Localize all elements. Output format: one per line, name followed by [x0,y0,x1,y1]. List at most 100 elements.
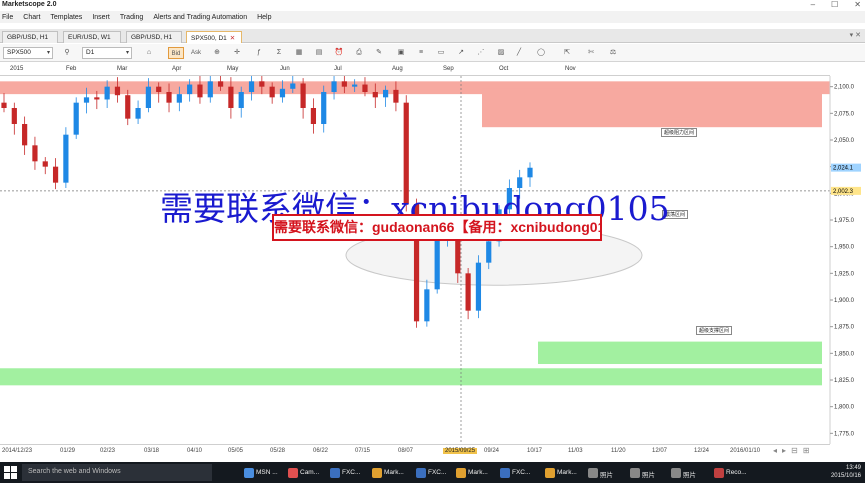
price-tick-label: 1,925.0 [834,271,855,277]
pencil-icon[interactable]: ✎ [372,47,386,59]
date-label: 2014/12/23 [2,448,33,454]
price-tick-label: 2,100.0 [834,85,855,91]
taskbar-item[interactable]: FXC... [330,465,360,481]
month-label: Apr [172,66,182,72]
price-axis-bg [830,76,865,444]
menu-templates[interactable]: Templates [50,14,82,21]
chart-scroll-controls[interactable]: ◂▸⊟⊞ [773,446,814,455]
crosshair-icon[interactable]: ✛ [230,47,244,59]
candle-body [94,97,100,100]
tab-label: GBP/USD, H1 [7,34,49,41]
menu-insert[interactable]: Insert [92,14,110,21]
candle-body [114,86,121,96]
fibonacci-icon[interactable]: ⋰ [474,47,488,59]
minimize-icon[interactable]: – [811,0,815,9]
candle-body [166,92,172,103]
date-label: 05/05 [228,448,244,454]
taskbar-item[interactable]: Cam... [288,465,319,481]
taskbar-item[interactable]: 照片 [630,465,655,481]
menu-chart[interactable]: Chart [23,14,40,21]
crosshair-date-label: 2015/09/25 [443,448,478,454]
price-tick-label: 1,825.0 [834,378,855,384]
menu-alerts[interactable]: Alerts and Trading Automation [153,14,247,21]
close-tab-icon[interactable]: ✕ [230,35,235,42]
chart-area[interactable]: 2,100.02,075.02,050.02,025.02,000.01,975… [0,64,865,458]
tab-spx500-d1[interactable]: SPX500, D1 ✕ [186,31,242,43]
taskbar-item[interactable]: FXC... [416,465,446,481]
lines-icon[interactable]: ≡ [414,47,428,59]
arrow-icon[interactable]: ↗ [454,47,468,59]
candle-body [207,81,213,98]
indicator-icon[interactable]: ƒ [252,47,266,59]
taskbar-search-box[interactable]: Search the web and Windows [22,464,212,481]
price-chart[interactable]: 2,100.02,075.02,050.02,025.02,000.01,975… [0,64,865,458]
candle-body [527,167,533,178]
grid-icon[interactable]: ▦ [292,47,306,59]
candle-body [238,92,244,108]
taskbar-item[interactable]: Mark... [545,465,577,481]
windows-start-icon[interactable] [4,466,17,479]
tab-gbpusd-h1[interactable]: GBP/USD, H1 [2,31,58,43]
cursor-icon[interactable]: ⇱ [560,47,574,59]
candle-body [321,92,327,124]
candle-body [290,83,296,89]
ask-button[interactable]: Ask [188,47,204,59]
candle-body [341,81,347,87]
instrument-select[interactable]: SPX500 ▾ [3,47,53,59]
month-label: May [227,66,239,72]
msn-icon [244,468,254,478]
month-label: Sep [443,66,454,72]
taskbar-item[interactable]: FXC... [500,465,530,481]
alarm-icon[interactable]: ⏰ [332,47,346,59]
template-icon[interactable]: ▤ [312,47,326,59]
compare-icon[interactable]: ⚖ [606,47,620,59]
taskbar-item[interactable]: Reco... [714,465,747,481]
month-label: Aug [392,66,403,72]
tab-menu-icon[interactable]: ▾ ✕ [850,31,861,39]
menu-trading[interactable]: Trading [120,14,143,21]
channel-icon[interactable]: ▨ [494,47,508,59]
clock-date: 2015/10/16 [830,473,861,479]
camtasia-icon [288,468,298,478]
chart-type-icon[interactable]: ⚲ [60,47,74,59]
tab-gbpusd-h1-2[interactable]: GBP/USD, H1 [126,31,182,43]
ellipse-icon[interactable]: ◯ [534,47,548,59]
price-tick-label: 1,950.0 [834,245,855,251]
tab-label: EUR/USD, W1 [68,34,111,41]
trendline-icon[interactable]: ╱ [512,47,526,59]
taskbar-item[interactable]: Mark... [372,465,404,481]
note-icon[interactable]: ▭ [434,47,448,59]
marketscope-window: Marketscope 2.0 – ☐ ✕ File Chart Templat… [0,0,865,483]
tab-eurusd-w1[interactable]: EUR/USD, W1 [63,31,121,43]
taskbar-item-label: 照片 [683,472,696,479]
price-tick-label: 1,900.0 [834,298,855,304]
taskbar-item[interactable]: MSN ... [244,465,278,481]
taskbar-item[interactable]: 照片 [671,465,696,481]
menu-file[interactable]: File [2,14,13,21]
candle-body [135,108,141,119]
delete-icon[interactable]: ✄ [584,47,598,59]
candle-body [63,134,69,183]
date-label: 10/17 [527,448,543,454]
tab-label: SPX500, D1 [191,35,227,42]
taskbar-item[interactable]: Mark... [456,465,488,481]
image-icon[interactable]: ▣ [394,47,408,59]
marketscope-icon [456,468,466,478]
taskbar-clock[interactable]: 13:49 2015/10/16 [831,464,861,480]
taskbar-item[interactable]: 照片 [588,465,613,481]
date-label: 02/23 [100,448,116,454]
chart-style-icon[interactable]: ⌂ [142,47,156,59]
bid-button[interactable]: Bid [168,47,184,59]
candle-body [248,81,255,92]
maximize-icon[interactable]: ☐ [831,0,838,9]
taskbar-item-label: FXC... [342,469,361,476]
candle-body [228,86,234,108]
zoom-in-icon[interactable]: ⊕ [210,47,224,59]
timeframe-select[interactable]: D1 ▾ [82,47,132,59]
print-icon[interactable]: ⎙ [352,47,366,59]
close-icon[interactable]: ✕ [854,0,861,9]
sigma-icon[interactable]: Σ [272,47,286,59]
menu-help[interactable]: Help [257,14,271,21]
date-label: 07/15 [355,448,371,454]
app-title: Marketscope 2.0 [2,1,57,8]
